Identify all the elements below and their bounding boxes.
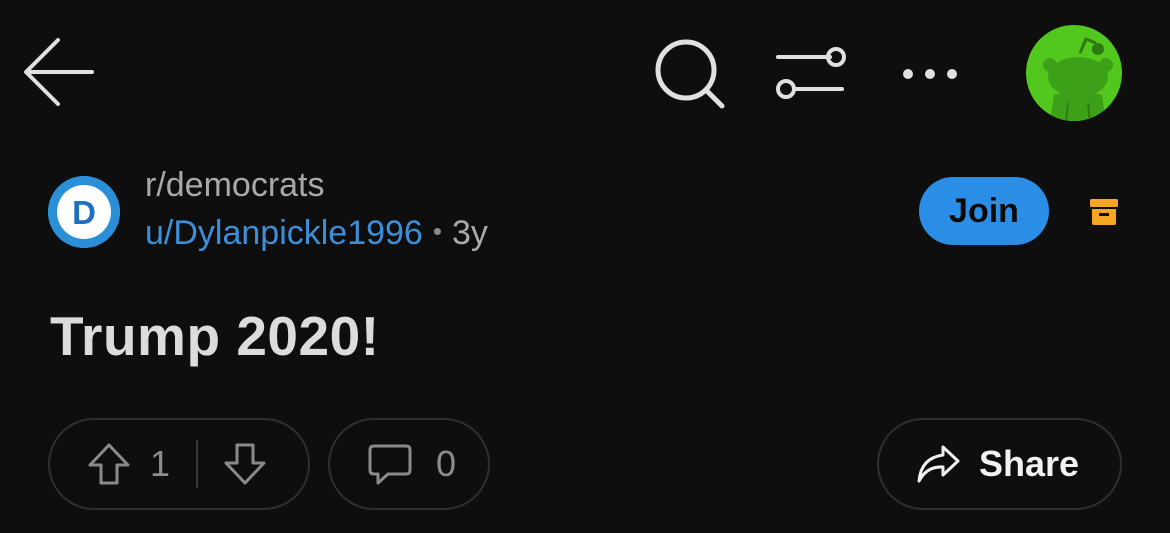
search-button[interactable] (650, 38, 730, 112)
author-link[interactable]: u/Dylanpickle1996 (145, 214, 423, 252)
upvote-arrow-icon (88, 443, 130, 485)
vote-controls: 1 (48, 418, 310, 510)
archive-button[interactable] (1088, 195, 1120, 227)
vote-count: 1 (150, 443, 171, 484)
comments-button[interactable]: 0 (328, 418, 490, 510)
downvote-button[interactable] (222, 441, 268, 487)
subreddit-name[interactable]: r/democrats (145, 166, 325, 205)
meta-separator: • (432, 216, 442, 246)
share-arrow-icon (917, 445, 960, 483)
post-age: 3y (451, 214, 488, 252)
more-options-button[interactable] (898, 56, 964, 92)
archive-icon (1090, 199, 1118, 225)
democrats-d-logo: D (48, 176, 120, 248)
comment-icon-wrap (366, 440, 414, 488)
back-button[interactable] (20, 34, 100, 110)
reddit-snoo-avatar (1043, 37, 1113, 121)
more-dots-icon (903, 69, 957, 79)
filter-button[interactable] (770, 40, 850, 106)
subreddit-logo[interactable]: D (48, 176, 120, 248)
share-button[interactable]: Share (877, 418, 1122, 510)
post-title[interactable]: Trump 2020! (50, 304, 380, 368)
vote-divider (196, 440, 199, 488)
join-button[interactable]: Join (919, 177, 1049, 245)
comment-count: 0 (436, 443, 457, 484)
svg-text:D: D (72, 194, 96, 231)
user-avatar[interactable] (1026, 25, 1122, 121)
search-icon (655, 39, 725, 109)
sort-filter-icon (776, 47, 846, 99)
arrow-left-icon (24, 38, 94, 106)
share-icon-wrap (915, 443, 961, 485)
downvote-arrow-icon (224, 443, 266, 485)
share-label: Share (979, 443, 1080, 484)
comment-bubble-icon (368, 444, 412, 485)
post-meta: u/Dylanpickle1996 • 3y (145, 214, 488, 253)
upvote-button[interactable] (86, 441, 132, 487)
